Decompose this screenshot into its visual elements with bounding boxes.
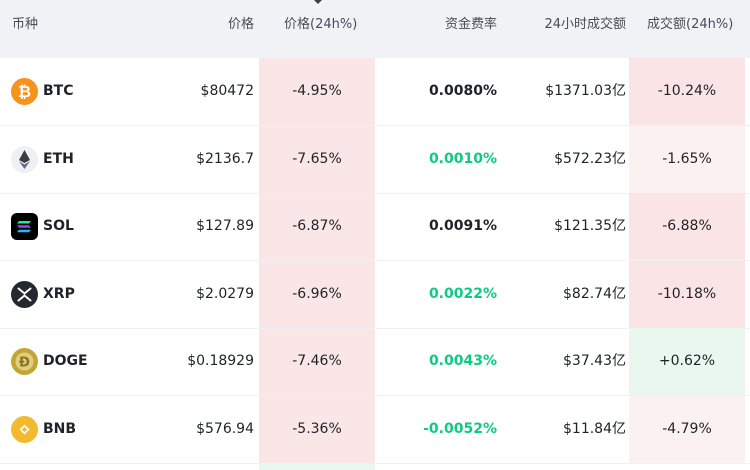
- col-header-coin[interactable]: 币种: [12, 0, 38, 58]
- table-row[interactable]: Ð DOGE $0.18929 -7.46% 0.0043% $37.43亿 +0.62%: [0, 328, 750, 396]
- table-row[interactable]: ETH $2136.7 -7.65% 0.0010% $572.23亿 -1.65%: [0, 125, 750, 194]
- table-row[interactable]: ₿ BTC $80472 -4.95% 0.0080% $1371.03亿 -10.24%: [0, 58, 750, 126]
- volume-value: $1371.03亿: [545, 83, 626, 99]
- volume-value: $37.43亿: [563, 353, 626, 369]
- funding-rate-value: 0.0091%: [428, 218, 497, 234]
- price-value: $127.89: [196, 218, 254, 234]
- volume-change-value: -4.79%: [662, 420, 712, 437]
- table-row[interactable]: XRP $2.0279 -6.96% 0.0022% $82.74亿 -10.18%: [0, 260, 750, 329]
- price-value: $80472: [200, 83, 254, 99]
- col-header-volchange[interactable]: 成交额(24h%): [647, 0, 733, 58]
- dogecoin-icon: Ð: [11, 348, 38, 375]
- funding-rate-value: 0.0080%: [428, 83, 497, 99]
- coin-symbol: XRP: [43, 285, 75, 302]
- price-change-value: -6.87%: [292, 218, 342, 234]
- table-header: 币种 价格 价格(24h%) 资金费率 24小时成交额 成交额(24h%): [0, 0, 750, 58]
- funding-rate-value: 0.0022%: [428, 285, 497, 302]
- volume-value: $572.23亿: [554, 150, 626, 167]
- volume-change-value: -1.65%: [662, 150, 712, 167]
- price-value: $576.94: [196, 420, 254, 437]
- coin-symbol: ETH: [43, 150, 74, 167]
- col-header-funding[interactable]: 资金费率: [445, 0, 497, 58]
- price-value: $2136.7: [196, 150, 254, 167]
- volume-value: $121.35亿: [554, 218, 626, 234]
- coin-symbol: DOGE: [43, 353, 88, 369]
- xrp-icon: [11, 280, 38, 308]
- price-value: $2.0279: [196, 285, 254, 302]
- volume-change-value: -10.24%: [657, 83, 717, 99]
- col-header-price[interactable]: 价格: [228, 0, 254, 58]
- solana-icon: [11, 213, 38, 240]
- price-change-value: -5.36%: [292, 420, 342, 437]
- price-value: $0.18929: [187, 353, 254, 369]
- table-row[interactable]: BNB $576.94 -5.36% -0.0052% $11.84亿 -4.79%: [0, 395, 750, 464]
- table-row[interactable]: SOL $127.89 -6.87% 0.0091% $121.35亿 -6.88%: [0, 193, 750, 261]
- volume-value: $11.84亿: [563, 420, 626, 437]
- next-row-stub: [259, 463, 375, 470]
- bnb-icon: [11, 415, 38, 443]
- volume-value: $82.74亿: [563, 285, 626, 302]
- funding-rate-value: -0.0052%: [423, 420, 497, 437]
- coin-symbol: SOL: [43, 218, 74, 234]
- price-change-value: -7.46%: [292, 353, 342, 369]
- coin-symbol: BTC: [43, 83, 74, 99]
- funding-rate-value: 0.0043%: [428, 353, 497, 369]
- price-change-value: -6.96%: [292, 285, 342, 302]
- col-header-change[interactable]: 价格(24h%): [284, 0, 357, 58]
- price-change-value: -7.65%: [292, 150, 342, 167]
- funding-rate-value: 0.0010%: [428, 150, 497, 167]
- volume-change-value: -6.88%: [662, 218, 712, 234]
- ethereum-icon: [11, 145, 38, 173]
- svg-text:Ð: Ð: [19, 356, 30, 371]
- volume-change-value: +0.62%: [658, 353, 716, 369]
- bitcoin-icon: ₿: [11, 78, 38, 105]
- coin-symbol: BNB: [43, 420, 77, 437]
- col-header-volume[interactable]: 24小时成交额: [544, 0, 626, 58]
- svg-text:₿: ₿: [18, 82, 31, 101]
- price-change-value: -4.95%: [292, 83, 342, 99]
- volume-change-value: -10.18%: [657, 285, 717, 302]
